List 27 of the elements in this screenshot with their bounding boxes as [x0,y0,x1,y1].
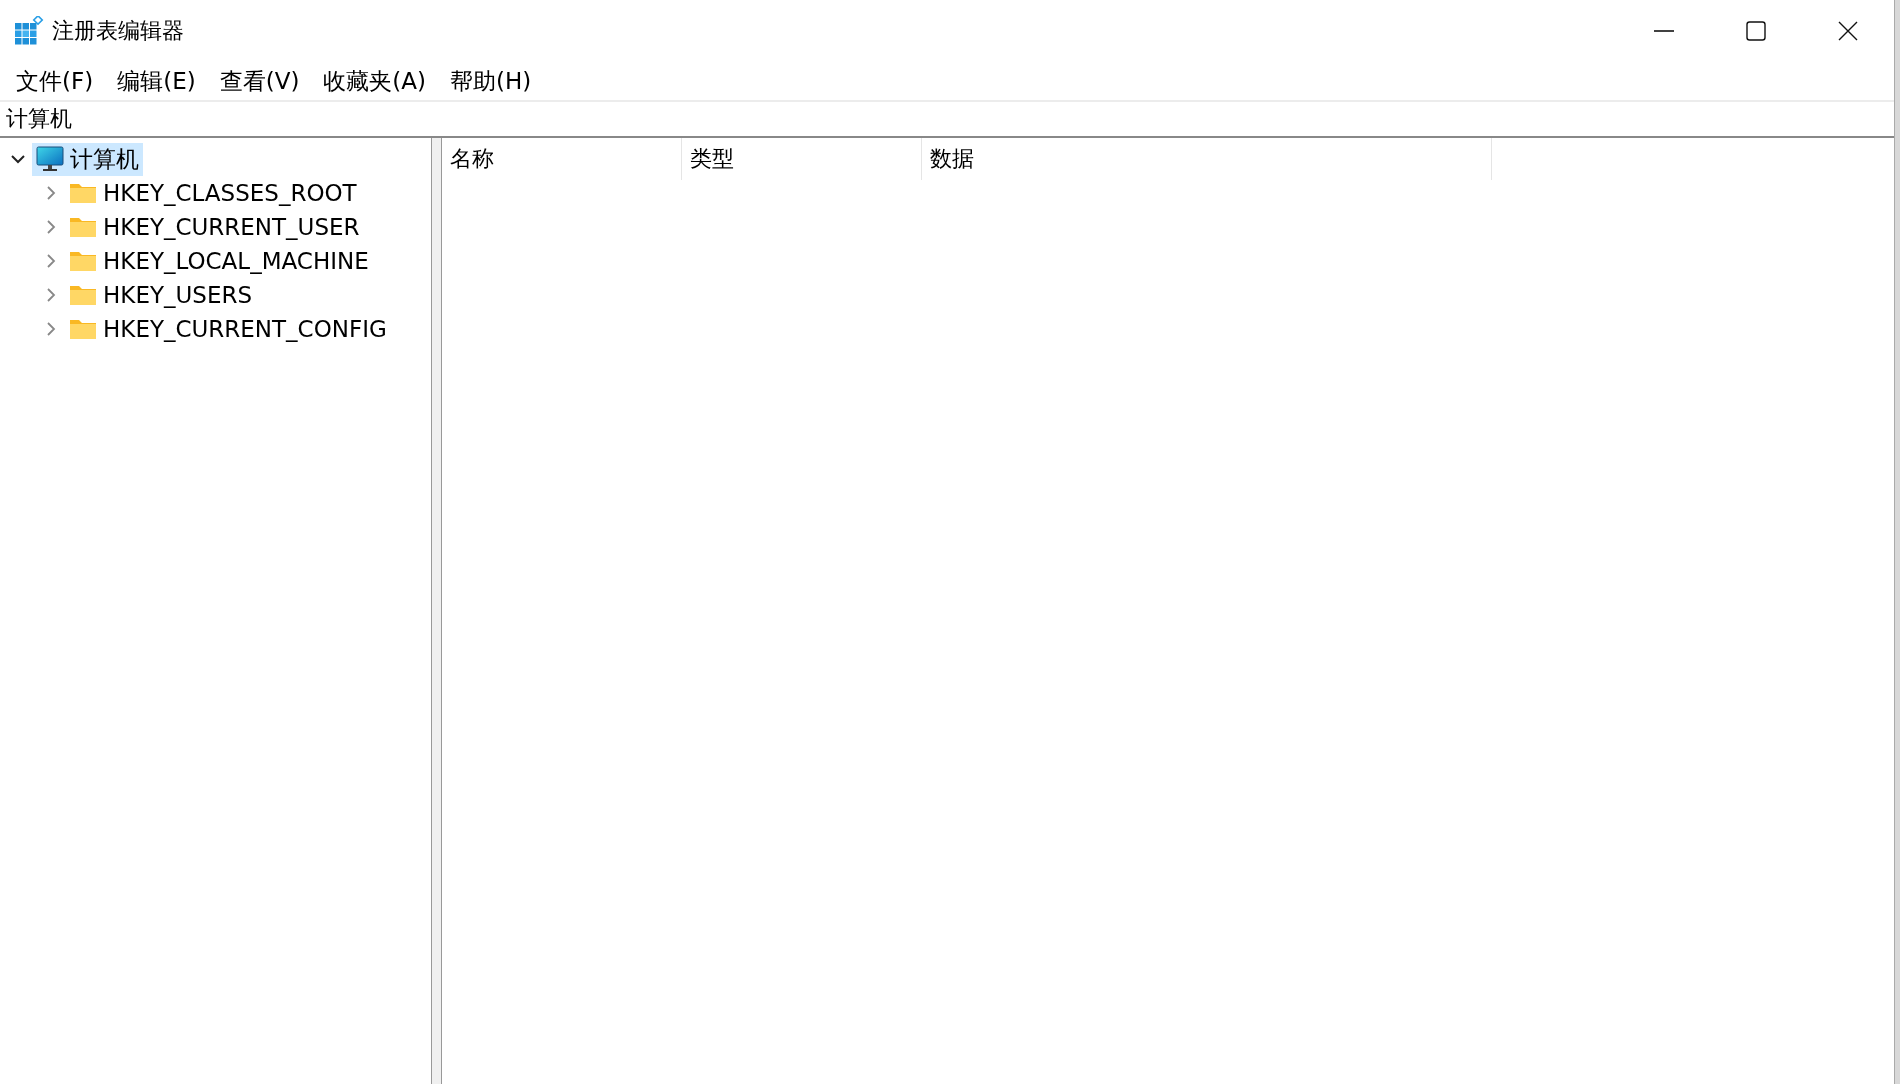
folder-icon [69,250,97,272]
tree-item[interactable]: HKEY_CURRENT_USER [65,213,364,241]
tree-item[interactable]: HKEY_CURRENT_CONFIG [65,315,391,343]
registry-editor-icon [14,16,44,46]
folder-icon [69,216,97,238]
menu-item[interactable]: 查看(V) [209,63,310,99]
column-header[interactable]: 数据 [922,138,1492,180]
menu-item[interactable]: 收藏夹(A) [313,63,437,99]
menu-item[interactable]: 帮助(H) [440,63,542,99]
monitor-icon [36,146,64,172]
pane-splitter[interactable] [432,138,442,1084]
close-icon [1837,20,1859,42]
folder-icon [69,318,97,340]
tree-item[interactable]: HKEY_CLASSES_ROOT [65,179,361,207]
folder-icon [69,182,97,204]
maximize-icon [1745,20,1767,42]
tree-item[interactable]: HKEY_USERS [65,281,256,309]
tree-item[interactable]: 计算机 [32,142,143,176]
column-header[interactable]: 名称 [442,138,682,180]
window-title: 注册表编辑器 [52,17,184,45]
menu-item[interactable]: 编辑(E) [107,63,206,99]
minimize-icon [1654,30,1674,32]
folder-icon [69,284,97,306]
tree-item[interactable]: HKEY_LOCAL_MACHINE [65,247,373,275]
column-header[interactable]: 类型 [682,138,922,180]
menu-item[interactable]: 文件(F) [6,63,104,99]
address-field[interactable]: 计算机 [0,100,1894,138]
